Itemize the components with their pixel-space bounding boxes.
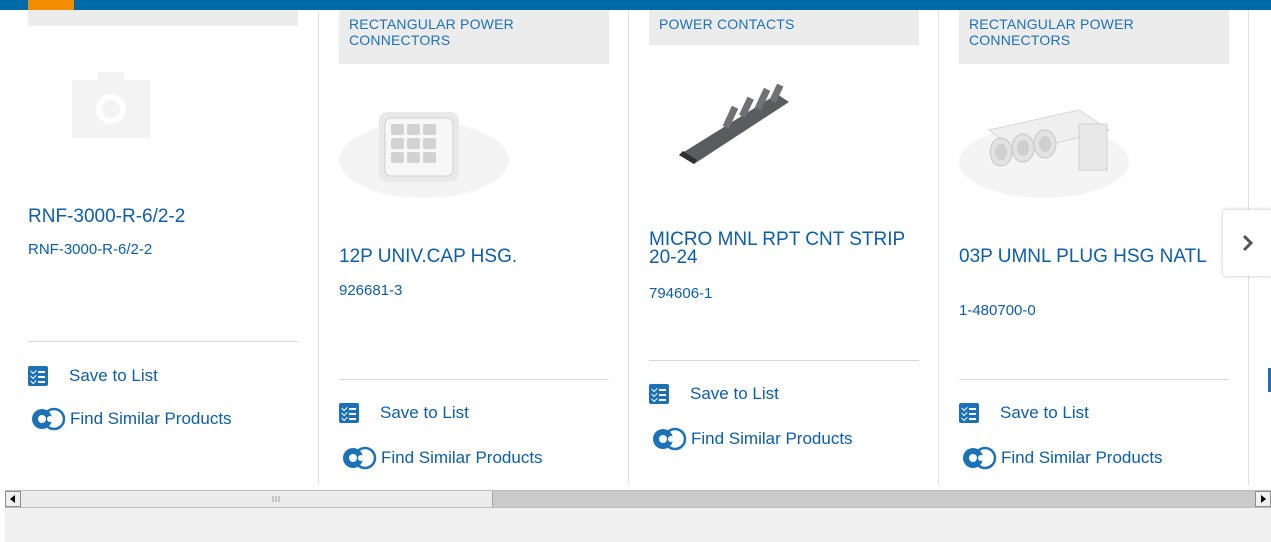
find-similar-button[interactable]: Find Similar Products [28,407,232,431]
divider [28,341,298,342]
find-similar-button[interactable]: Find Similar Products [649,427,853,451]
checklist-icon [649,384,669,404]
arrow-left-icon [10,495,15,503]
save-to-list-label: Save to List [380,403,469,422]
product-card: RECTANGULAR POWER CONNECTORS 03P UMNL PL… [959,10,1229,485]
card-separator [628,10,629,485]
page-footer-area [5,508,1271,542]
find-similar-icon [963,446,997,470]
connector-housing-image[interactable] [339,90,509,200]
save-to-list-button[interactable]: Save to List [649,384,779,404]
save-to-list-label: Save to List [69,366,158,385]
product-title-link[interactable]: 12P UNIV.CAP HSG. [339,247,599,266]
find-similar-label: Find Similar Products [70,409,232,428]
save-to-list-label: Save to List [690,384,779,403]
card-separator [318,10,319,485]
save-to-list-button[interactable]: Save to List [28,366,158,386]
category-label: RECTANGULAR POWER CONNECTORS [959,10,1229,64]
checklist-icon [339,403,359,423]
divider [649,360,919,361]
product-carousel: RNF-3000-R-6/2-2 RNF-3000-R-6/2-2 Save t… [0,10,1271,490]
save-to-list-button[interactable]: Save to List [339,403,469,423]
carousel-next-button[interactable] [1223,210,1271,276]
find-similar-icon [653,427,687,451]
checklist-icon [28,366,48,386]
part-number-link[interactable]: 794606-1 [649,285,712,302]
card-separator [938,10,939,485]
checklist-icon [959,403,979,423]
horizontal-scrollbar[interactable] [5,490,1271,508]
product-card: POWER CONTACTS MICRO MNL RPT CNT STRIP 2… [649,10,919,485]
chevron-right-icon [1242,234,1254,252]
category-label [28,10,298,26]
divider [959,379,1229,380]
find-similar-icon [32,407,66,431]
part-number-link[interactable]: 926681-3 [339,282,402,299]
part-number-link[interactable]: RNF-3000-R-6/2-2 [28,241,152,258]
find-similar-label: Find Similar Products [381,448,543,467]
product-title-link[interactable]: MICRO MNL RPT CNT STRIP 20-24 [649,230,909,267]
divider [339,379,609,380]
plug-housing-image[interactable] [959,90,1129,200]
product-title-link[interactable]: 03P UMNL PLUG HSG NATL [959,247,1219,266]
find-similar-label: Find Similar Products [691,429,853,448]
product-card: RECTANGULAR POWER CONNECTORS 12P UNIV.CA… [339,10,609,485]
part-number-link[interactable]: 1-480700-0 [959,302,1036,319]
find-similar-icon [343,446,377,470]
product-title-link[interactable]: RNF-3000-R-6/2-2 [28,207,288,226]
find-similar-button[interactable]: Find Similar Products [959,446,1163,470]
save-to-list-label: Save to List [1000,403,1089,422]
find-similar-button[interactable]: Find Similar Products [339,446,543,470]
save-to-list-button[interactable]: Save to List [959,403,1089,423]
camera-placeholder-icon [72,72,150,138]
product-card: RNF-3000-R-6/2-2 RNF-3000-R-6/2-2 Save t… [28,10,298,485]
scroll-left-button[interactable] [5,491,21,507]
scrollbar-track[interactable] [493,491,1255,507]
scrollbar-thumb[interactable] [21,491,493,507]
crimp-contact-image[interactable] [649,80,799,180]
top-accent-bar [0,0,1271,10]
grip-icon [272,496,280,502]
find-similar-label: Find Similar Products [1001,448,1163,467]
category-label: POWER CONTACTS [649,10,919,45]
arrow-right-icon [1261,495,1266,503]
scroll-right-button[interactable] [1255,491,1271,507]
category-label: RECTANGULAR POWER CONNECTORS [339,10,609,64]
active-tab-indicator [28,0,74,10]
